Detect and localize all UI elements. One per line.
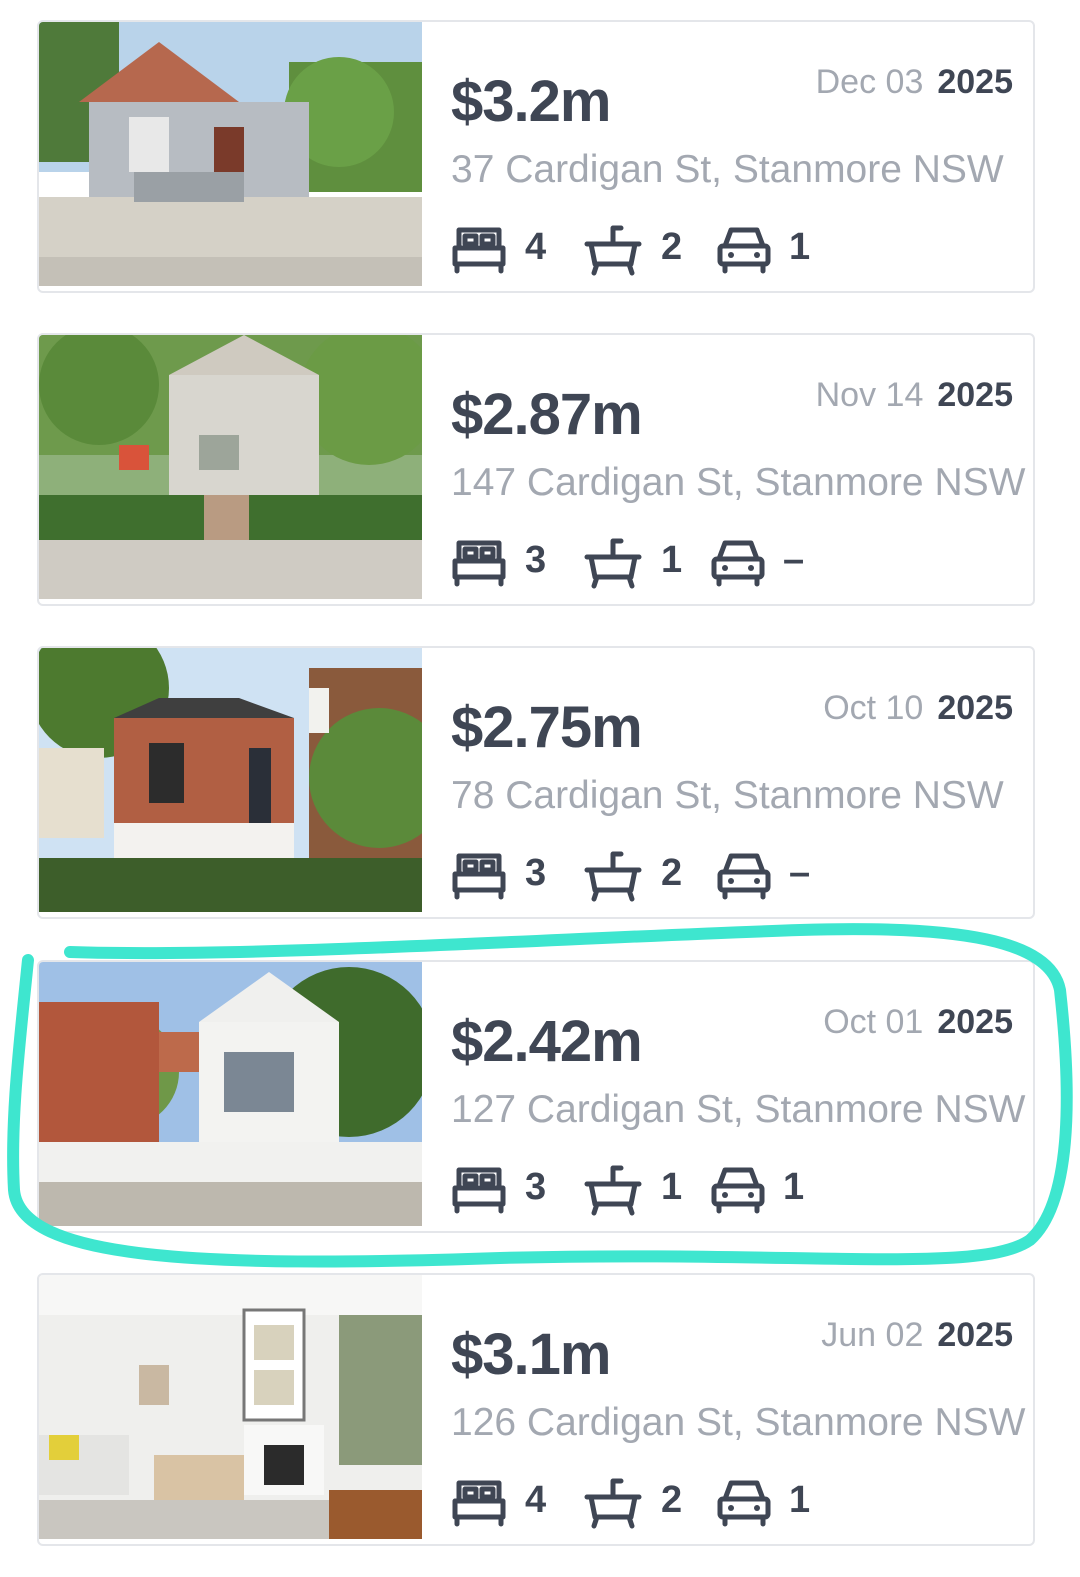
car-icon bbox=[711, 540, 765, 587]
listing-date-year: 2025 bbox=[937, 1003, 1013, 1041]
listing-features: 4 2 1 bbox=[451, 1473, 1011, 1529]
car-icon bbox=[711, 1167, 765, 1214]
car-spaces-count: – bbox=[783, 539, 805, 581]
listing-price: $2.75m bbox=[451, 695, 643, 760]
listing-price: $2.87m bbox=[451, 382, 643, 447]
listing-address: 37 Cardigan St, Stanmore NSW bbox=[451, 148, 1004, 191]
bed-icon bbox=[452, 1167, 506, 1214]
bed-icon bbox=[452, 853, 506, 900]
listing-price: $3.1m bbox=[451, 1322, 611, 1387]
bedrooms-count: 4 bbox=[525, 226, 547, 268]
listing-date: Jun 02 2025 bbox=[821, 1316, 1013, 1355]
listing-price: $2.42m bbox=[451, 1009, 643, 1074]
listing-card[interactable]: $2.75m Oct 10 2025 78 Cardigan St, Stanmo… bbox=[37, 646, 1035, 919]
car-icon bbox=[717, 227, 771, 274]
listing-date-month-day: Nov 14 bbox=[815, 376, 924, 414]
listing-date-year: 2025 bbox=[937, 376, 1013, 414]
interior-photo-5 bbox=[39, 1275, 422, 1539]
listing-date: Oct 01 2025 bbox=[823, 1003, 1013, 1042]
bed-icon bbox=[452, 540, 506, 587]
bedrooms-count: 3 bbox=[525, 1166, 547, 1208]
house-photo-3 bbox=[39, 648, 422, 912]
house-photo-2 bbox=[39, 335, 422, 599]
listing-card[interactable]: $2.87m Nov 14 2025 147 Cardigan St, Stanm… bbox=[37, 333, 1035, 606]
listing-price: $3.2m bbox=[451, 69, 611, 134]
bath-icon bbox=[584, 1165, 642, 1216]
car-spaces-count: 1 bbox=[783, 1166, 805, 1208]
listing-date-year: 2025 bbox=[937, 1316, 1013, 1354]
listing-date-month-day: Oct 01 bbox=[823, 1003, 924, 1041]
car-spaces-count: – bbox=[789, 852, 811, 894]
listing-date-month-day: Oct 10 bbox=[823, 689, 924, 727]
property-photo[interactable] bbox=[39, 1275, 422, 1539]
bath-icon bbox=[584, 538, 642, 589]
house-photo-1 bbox=[39, 22, 422, 286]
listing-card[interactable]: $2.42m Oct 01 2025 127 Cardigan St, Stanm… bbox=[37, 960, 1035, 1233]
house-photo-4 bbox=[39, 962, 422, 1226]
listing-date-month-day: Dec 03 bbox=[815, 63, 924, 101]
listing-address: 126 Cardigan St, Stanmore NSW bbox=[451, 1401, 1026, 1444]
bed-icon bbox=[452, 227, 506, 274]
property-photo[interactable] bbox=[39, 962, 422, 1226]
listing-features: 3 1 1 bbox=[451, 1160, 1011, 1216]
car-icon bbox=[717, 1480, 771, 1527]
car-icon bbox=[717, 853, 771, 900]
property-photo[interactable] bbox=[39, 648, 422, 912]
listing-features: 3 1 – bbox=[451, 533, 1011, 589]
bath-icon bbox=[584, 851, 642, 902]
listing-date: Dec 03 2025 bbox=[816, 63, 1013, 102]
listing-features: 3 2 – bbox=[451, 846, 1011, 902]
bathrooms-count: 2 bbox=[661, 1479, 683, 1521]
listing-date: Oct 10 2025 bbox=[823, 689, 1013, 728]
car-spaces-count: 1 bbox=[789, 226, 811, 268]
listing-date-month-day: Jun 02 bbox=[821, 1316, 924, 1354]
property-photo[interactable] bbox=[39, 22, 422, 286]
listing-date-year: 2025 bbox=[937, 63, 1013, 101]
bathrooms-count: 2 bbox=[661, 852, 683, 894]
listing-date: Nov 14 2025 bbox=[816, 376, 1013, 415]
bath-icon bbox=[584, 225, 642, 276]
bathrooms-count: 2 bbox=[661, 226, 683, 268]
bathrooms-count: 1 bbox=[661, 539, 683, 581]
bath-icon bbox=[584, 1478, 642, 1529]
bedrooms-count: 3 bbox=[525, 852, 547, 894]
listing-address: 127 Cardigan St, Stanmore NSW bbox=[451, 1088, 1026, 1131]
listing-card[interactable]: $3.1m Jun 02 2025 126 Cardigan St, Stanmo… bbox=[37, 1273, 1035, 1546]
bedrooms-count: 4 bbox=[525, 1479, 547, 1521]
bed-icon bbox=[452, 1480, 506, 1527]
listing-date-year: 2025 bbox=[937, 689, 1013, 727]
car-spaces-count: 1 bbox=[789, 1479, 811, 1521]
bedrooms-count: 3 bbox=[525, 539, 547, 581]
listing-card[interactable]: $3.2m Dec 03 2025 37 Cardigan St, Stanmor… bbox=[37, 20, 1035, 293]
listing-features: 4 2 1 bbox=[451, 220, 1011, 276]
listing-address: 147 Cardigan St, Stanmore NSW bbox=[451, 461, 1026, 504]
property-photo[interactable] bbox=[39, 335, 422, 599]
listing-address: 78 Cardigan St, Stanmore NSW bbox=[451, 774, 1004, 817]
bathrooms-count: 1 bbox=[661, 1166, 683, 1208]
